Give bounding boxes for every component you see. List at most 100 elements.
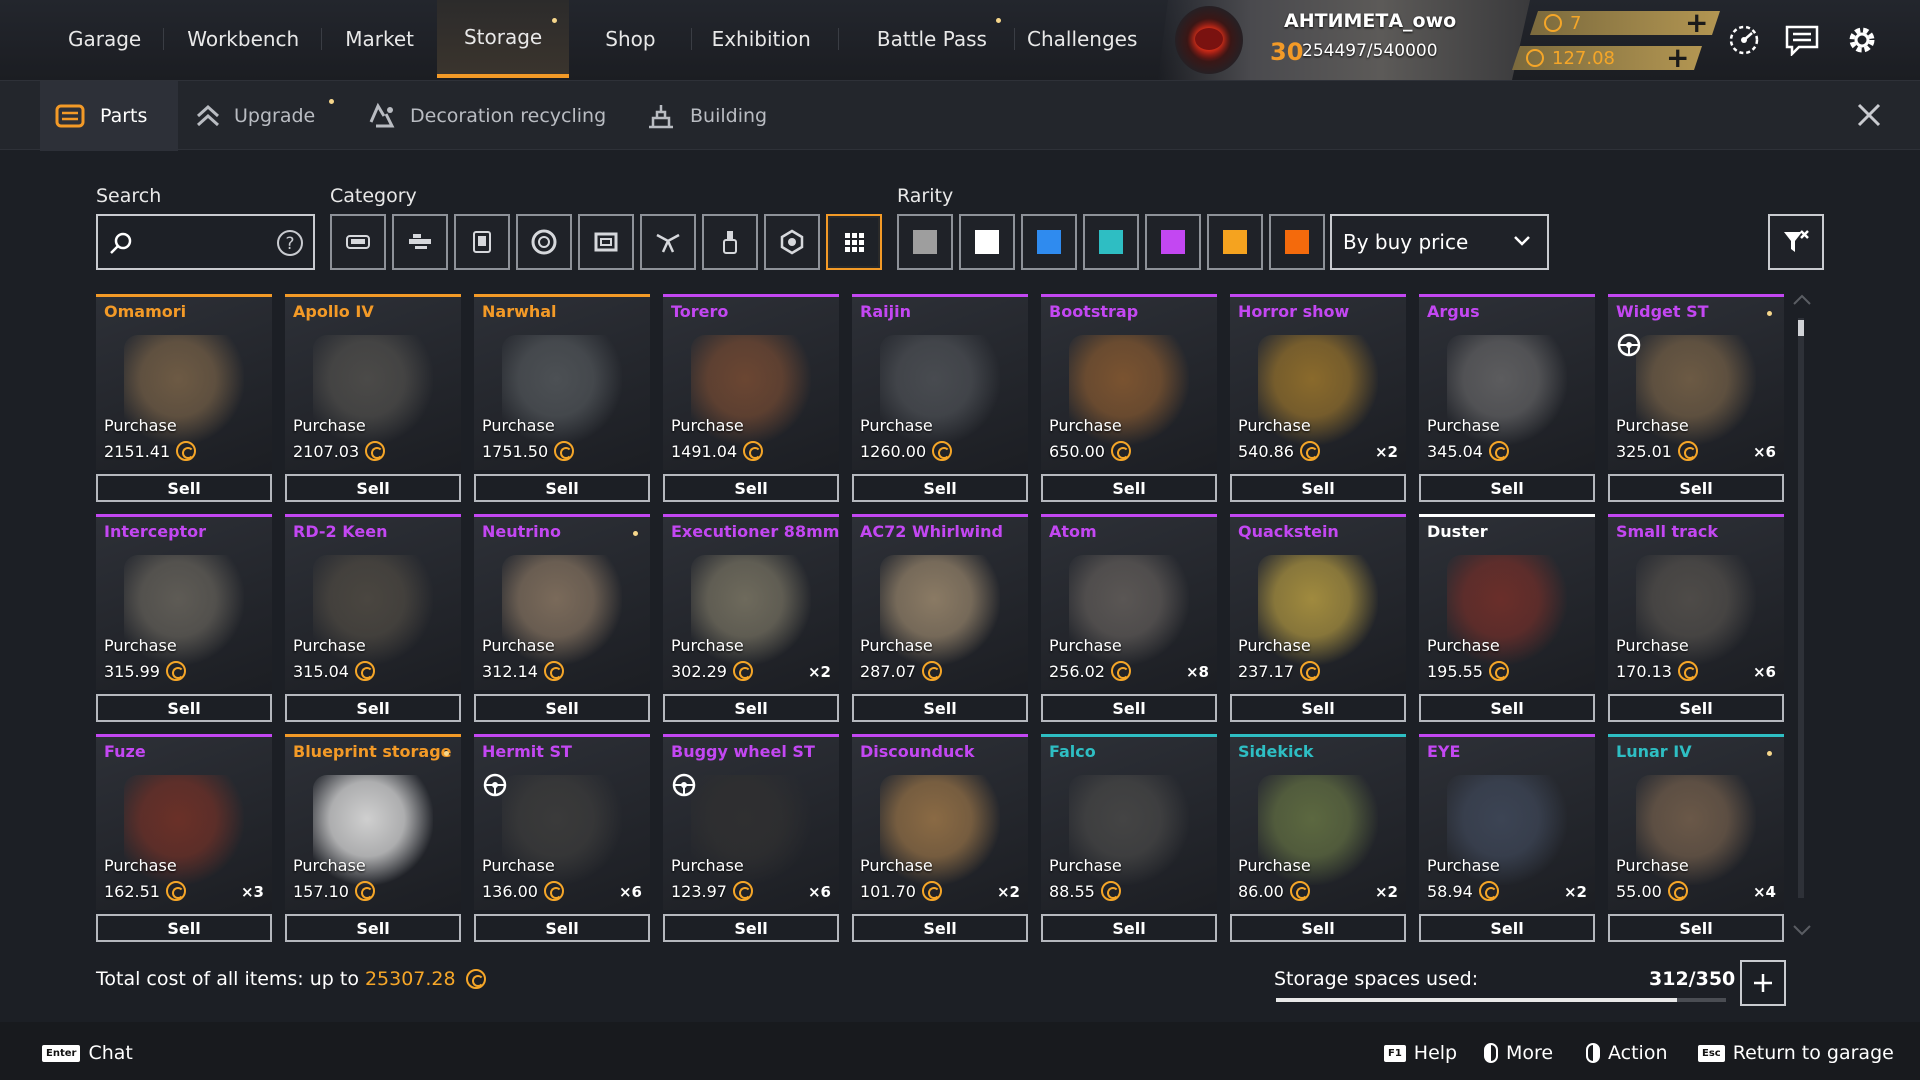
item-card[interactable]: Horror show Purchase 540.86 ×2 Sell (1230, 294, 1406, 502)
sell-button[interactable]: Sell (1608, 474, 1784, 502)
sell-button[interactable]: Sell (1041, 694, 1217, 722)
rarity-filter[interactable] (1021, 214, 1077, 270)
item-image[interactable]: AC72 Whirlwind Purchase 287.07 (852, 514, 1028, 690)
category-filter-module[interactable] (454, 214, 510, 270)
item-image[interactable]: Omamori Purchase 2151.41 (96, 294, 272, 470)
sell-button[interactable]: Sell (1608, 694, 1784, 722)
item-image[interactable]: Horror show Purchase 540.86 ×2 (1230, 294, 1406, 470)
item-card[interactable]: Duster Purchase 195.55 Sell (1419, 514, 1595, 722)
nav-storage[interactable]: Storage (436, 0, 570, 78)
footer-return-to-garage[interactable]: Esc Return to garage (1698, 1042, 1894, 1064)
item-card[interactable]: Blueprint storage Purchase 157.10 Sell (285, 734, 461, 942)
sort-select[interactable]: By buy price (1330, 214, 1549, 270)
scroll-down-icon[interactable] (1792, 924, 1812, 936)
rarity-filter[interactable] (1145, 214, 1201, 270)
item-image[interactable]: Executioner 88mm Purchase 302.29 ×2 (663, 514, 839, 690)
item-card[interactable]: Omamori Purchase 2151.41 Sell (96, 294, 272, 502)
sell-button[interactable]: Sell (852, 914, 1028, 942)
sell-button[interactable]: Sell (1608, 914, 1784, 942)
item-image[interactable]: Small track Purchase 170.13 ×6 (1608, 514, 1784, 690)
nav-challenges[interactable]: Challenges (1015, 0, 1149, 78)
item-card[interactable]: Narwhal Purchase 1751.50 Sell (474, 294, 650, 502)
scroll-up-icon[interactable] (1792, 294, 1812, 306)
item-image[interactable]: Widget ST Purchase 325.01 ×6 (1608, 294, 1784, 470)
footer-action[interactable]: Action (1586, 1042, 1668, 1064)
tab-decoration-recycling[interactable]: Decoration recycling (366, 81, 606, 151)
category-filter-decor[interactable] (640, 214, 696, 270)
item-image[interactable]: Lunar IV Purchase 55.00 ×4 (1608, 734, 1784, 910)
sell-button[interactable]: Sell (1230, 914, 1406, 942)
sell-button[interactable]: Sell (852, 694, 1028, 722)
close-icon[interactable] (1852, 98, 1886, 132)
category-filter-frame[interactable] (578, 214, 634, 270)
item-image[interactable]: Quackstein Purchase 237.17 (1230, 514, 1406, 690)
rarity-filter[interactable] (1083, 214, 1139, 270)
nav-garage[interactable]: Garage (45, 0, 165, 78)
item-card[interactable]: Hermit ST Purchase 136.00 ×6 Sell (474, 734, 650, 942)
rarity-filter[interactable] (1207, 214, 1263, 270)
sell-button[interactable]: Sell (1419, 474, 1595, 502)
item-image[interactable]: Atom Purchase 256.02 ×8 (1041, 514, 1217, 690)
rarity-filter[interactable] (1269, 214, 1325, 270)
sell-button[interactable]: Sell (663, 694, 839, 722)
search-input[interactable]: ? (96, 214, 315, 270)
item-image[interactable]: Argus Purchase 345.04 (1419, 294, 1595, 470)
item-card[interactable]: Executioner 88mm Purchase 302.29 ×2 Sell (663, 514, 839, 722)
item-image[interactable]: Blueprint storage Purchase 157.10 (285, 734, 461, 910)
item-card[interactable]: Small track Purchase 170.13 ×6 Sell (1608, 514, 1784, 722)
item-card[interactable]: Falco Purchase 88.55 Sell (1041, 734, 1217, 942)
item-card[interactable]: AC72 Whirlwind Purchase 287.07 Sell (852, 514, 1028, 722)
item-card[interactable]: Torero Purchase 1491.04 Sell (663, 294, 839, 502)
nav-shop[interactable]: Shop (569, 0, 692, 78)
item-card[interactable]: Lunar IV Purchase 55.00 ×4 Sell (1608, 734, 1784, 942)
category-filter-weapon[interactable] (392, 214, 448, 270)
item-image[interactable]: Interceptor Purchase 315.99 (96, 514, 272, 690)
speedometer-icon[interactable] (1726, 22, 1762, 58)
nav-market[interactable]: Market (322, 0, 437, 78)
sell-button[interactable]: Sell (96, 474, 272, 502)
item-card[interactable]: Neutrino Purchase 312.14 Sell (474, 514, 650, 722)
item-card[interactable]: Apollo IV Purchase 2107.03 Sell (285, 294, 461, 502)
clear-filter-button[interactable] (1768, 214, 1824, 270)
item-image[interactable]: Duster Purchase 195.55 (1419, 514, 1595, 690)
footer-chat[interactable]: Enter Chat (42, 1042, 133, 1064)
item-card[interactable]: Discounduck Purchase 101.70 ×2 Sell (852, 734, 1028, 942)
item-card[interactable]: Bootstrap Purchase 650.00 Sell (1041, 294, 1217, 502)
category-filter-cabin[interactable] (330, 214, 386, 270)
sell-button[interactable]: Sell (474, 914, 650, 942)
category-filter-hexagon[interactable] (764, 214, 820, 270)
item-image[interactable]: Falco Purchase 88.55 (1041, 734, 1217, 910)
sell-button[interactable]: Sell (1419, 694, 1595, 722)
category-filter-paint[interactable] (702, 214, 758, 270)
add-money-button[interactable]: + (1666, 44, 1689, 72)
sell-button[interactable]: Sell (663, 914, 839, 942)
item-card[interactable]: Fuze Purchase 162.51 ×3 Sell (96, 734, 272, 942)
item-card[interactable]: Sidekick Purchase 86.00 ×2 Sell (1230, 734, 1406, 942)
tab-upgrade[interactable]: Upgrade (196, 81, 336, 151)
sell-button[interactable]: Sell (1230, 694, 1406, 722)
sell-button[interactable]: Sell (1041, 914, 1217, 942)
item-card[interactable]: Widget ST Purchase 325.01 ×6 Sell (1608, 294, 1784, 502)
item-image[interactable]: Torero Purchase 1491.04 (663, 294, 839, 470)
item-card[interactable]: Raijin Purchase 1260.00 Sell (852, 294, 1028, 502)
item-image[interactable]: EYE Purchase 58.94 ×2 (1419, 734, 1595, 910)
nav-workbench[interactable]: Workbench (164, 0, 323, 78)
nav-exhibition[interactable]: Exhibition (692, 0, 840, 78)
item-card[interactable]: RD-2 Keen Purchase 315.04 Sell (285, 514, 461, 722)
item-image[interactable]: Hermit ST Purchase 136.00 ×6 (474, 734, 650, 910)
sell-button[interactable]: Sell (96, 914, 272, 942)
sell-button[interactable]: Sell (1230, 474, 1406, 502)
add-coins-button[interactable]: + (1685, 9, 1708, 37)
rarity-filter[interactable] (897, 214, 953, 270)
sell-button[interactable]: Sell (96, 694, 272, 722)
item-card[interactable]: EYE Purchase 58.94 ×2 Sell (1419, 734, 1595, 942)
item-card[interactable]: Interceptor Purchase 315.99 Sell (96, 514, 272, 722)
expand-storage-button[interactable] (1740, 960, 1786, 1006)
tab-building[interactable]: Building (646, 81, 767, 151)
sell-button[interactable]: Sell (285, 914, 461, 942)
item-image[interactable]: Neutrino Purchase 312.14 (474, 514, 650, 690)
nav-battle-pass[interactable]: Battle Pass (839, 0, 1016, 78)
item-image[interactable]: Sidekick Purchase 86.00 ×2 (1230, 734, 1406, 910)
avatar[interactable] (1175, 6, 1243, 74)
tab-parts[interactable]: Parts (40, 81, 178, 151)
